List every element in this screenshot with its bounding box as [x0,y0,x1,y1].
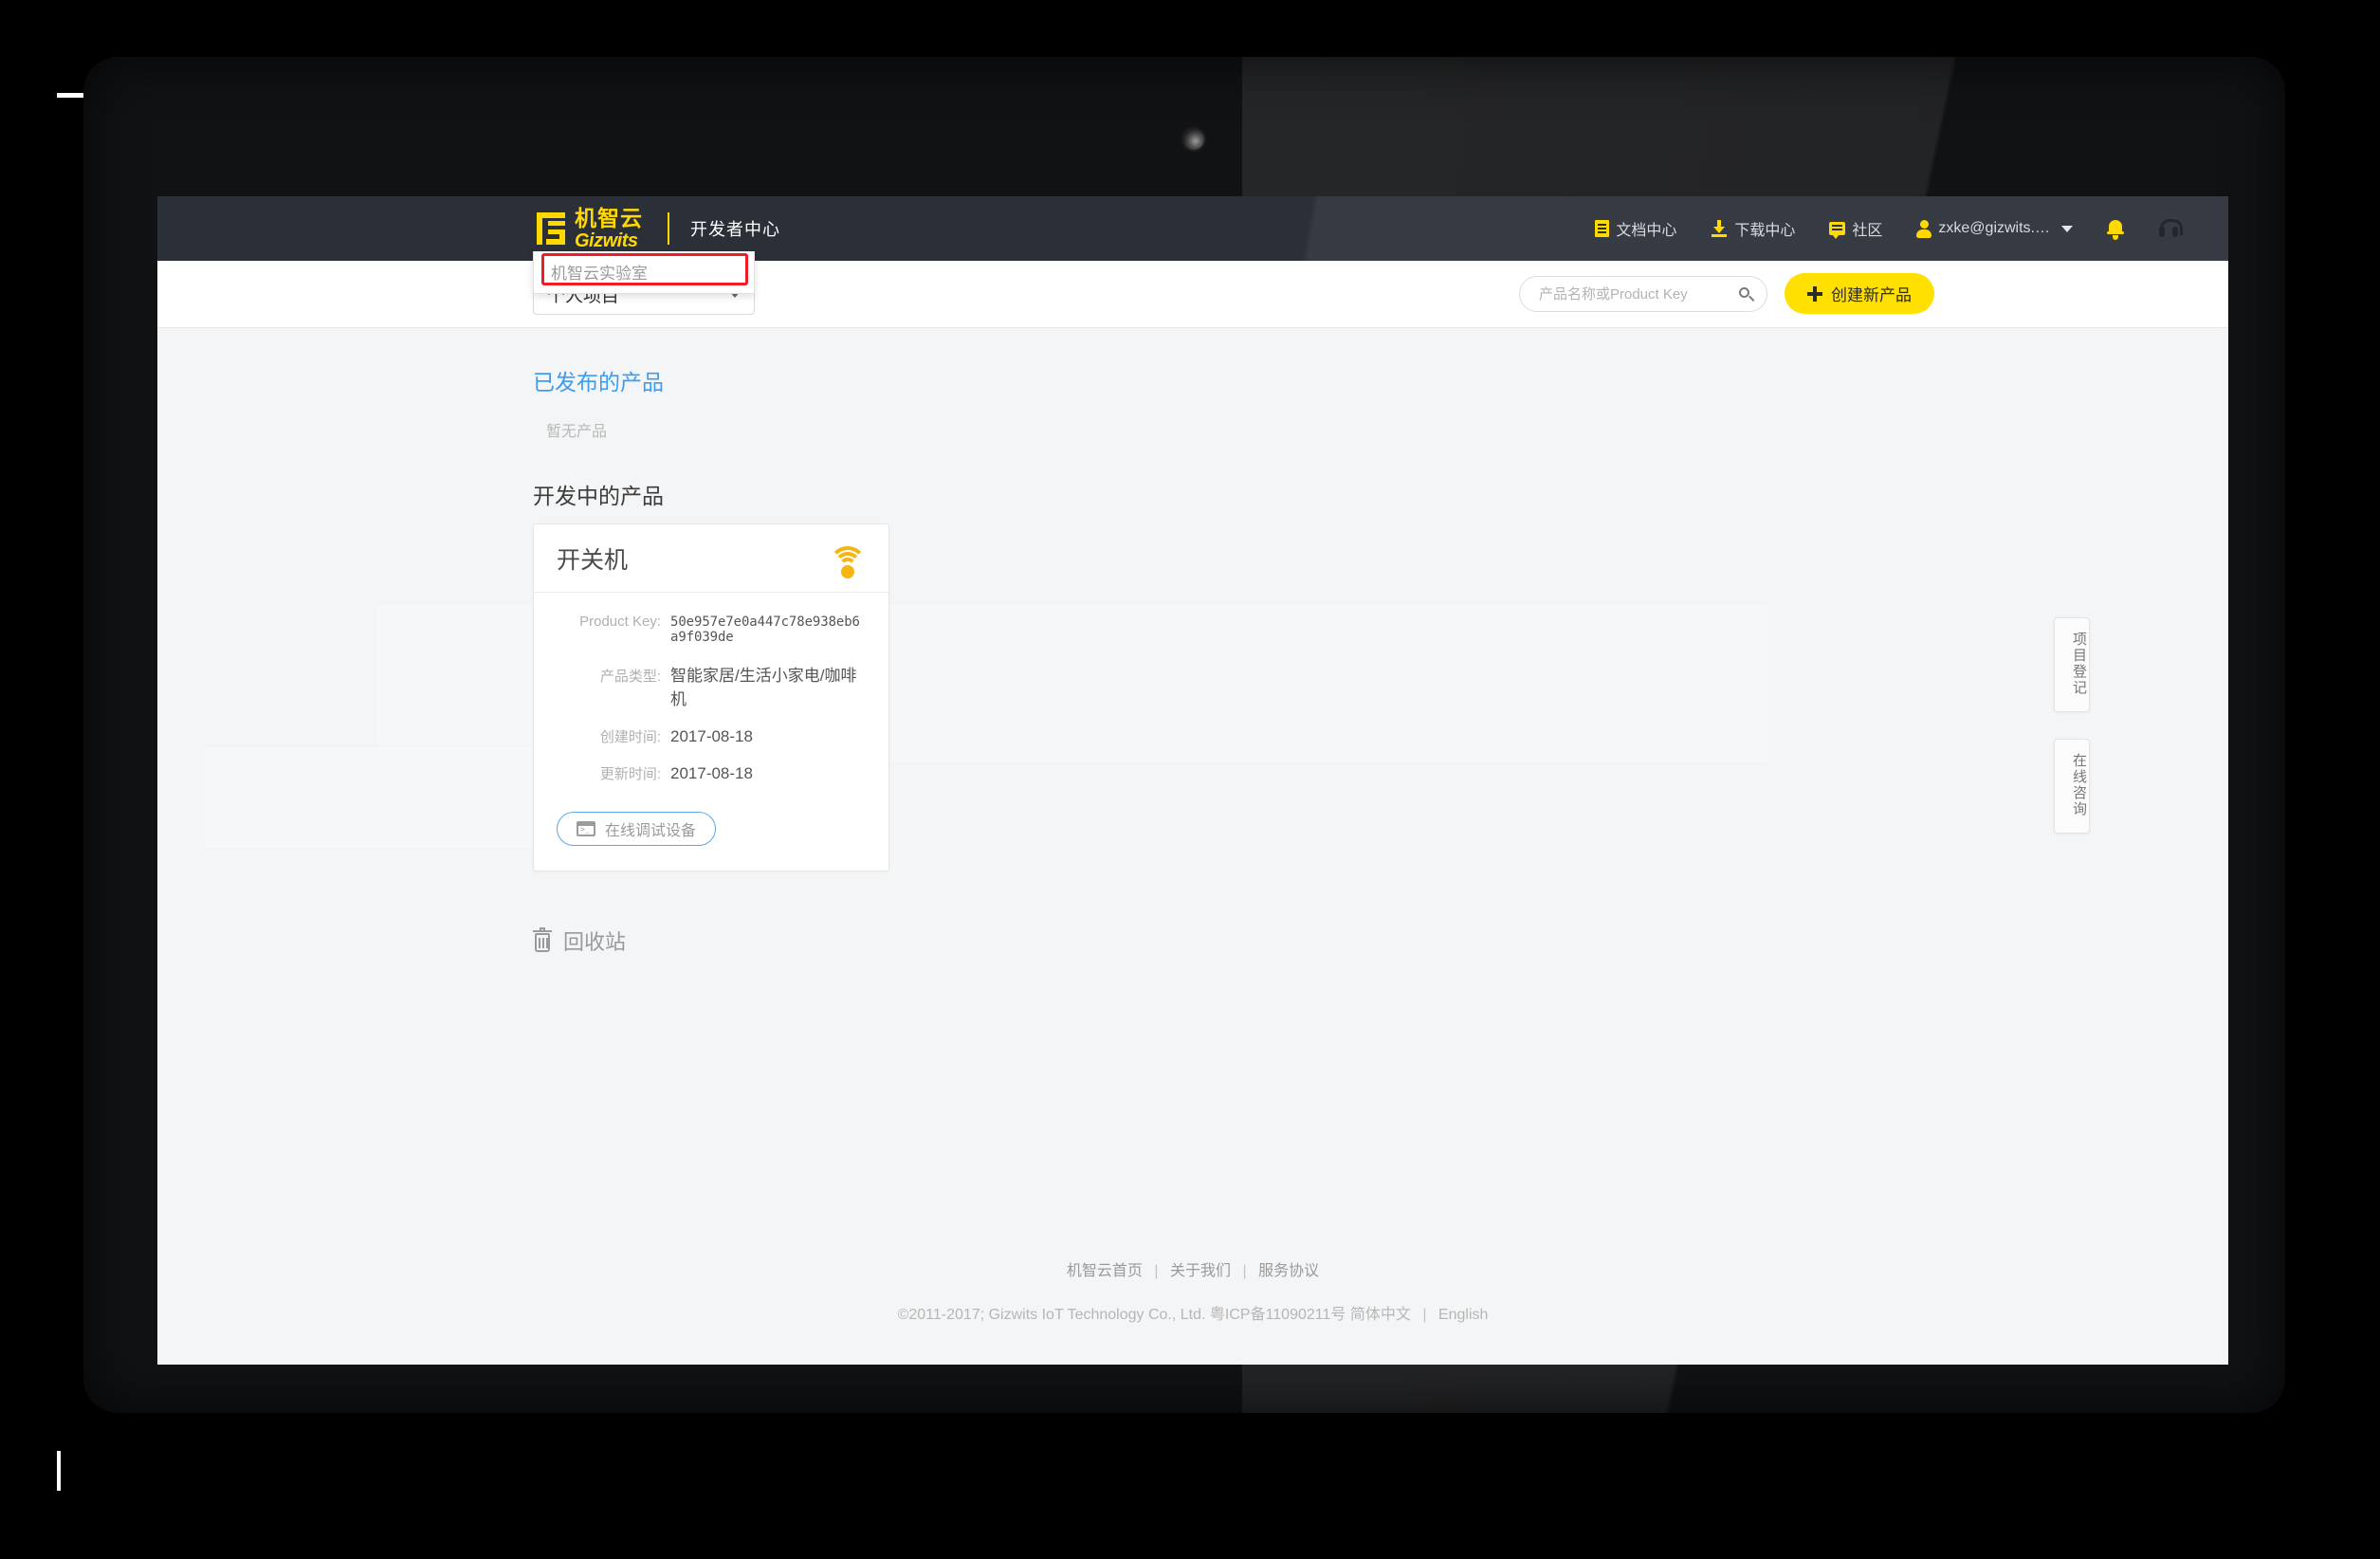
footer-copyright-text: ©2011-2017; Gizwits IoT Technology Co., … [897,1307,1346,1323]
brand-divider [668,212,669,245]
published-empty-text: 暂无产品 [546,424,608,440]
online-debug-device-button-label: 在线调试设备 [605,823,697,839]
navbar-links: 文档中心 下载中心 社区 zxke@gizwits.… [1595,196,2183,261]
terminal-icon [577,821,595,836]
footer-separator: | [1242,1263,1247,1279]
product-field-created-label: 创建时间: [599,729,661,745]
product-field-created: 创建时间: 2017-08-18 [557,726,866,746]
sub-toolbar: 个人项目 创建新产品 [157,261,2228,328]
product-card[interactable]: 开关机 Product Key: 50e957e7e0a447c78e938eb… [533,523,889,871]
side-tab-project-registration[interactable]: 项目登记 [2054,617,2090,712]
footer-links: 机智云首页 | 关于我们 | 服务协议 [157,1257,2228,1280]
camera-icon [1183,129,1204,150]
footer-lang-en[interactable]: English [1438,1307,1488,1323]
create-product-button[interactable]: 创建新产品 [1785,273,1934,314]
screen: 机智云 Gizwits 开发者中心 文档中心 下载中心 社区 zxke@gizw… [157,196,2228,1365]
product-name: 开关机 [557,546,629,574]
nav-item-account-label: zxke@gizwits.… [1938,220,2050,236]
footer-separator: | [1154,1263,1159,1279]
user-icon [1916,220,1932,238]
main-content: 已发布的产品 暂无产品 开发中的产品 开关机 Product Key: 50e9… [157,328,2228,1365]
search-input[interactable] [1537,284,1739,303]
project-option-lab-label: 机智云实验室 [551,264,648,283]
tablet-mockup: 机智云 Gizwits 开发者中心 文档中心 下载中心 社区 zxke@gizw… [0,0,2380,1559]
search-icon[interactable] [1739,286,1753,302]
product-card-header: 开关机 [534,524,888,593]
frame-guide-tick [57,1451,61,1491]
product-field-updated-label: 更新时间: [599,766,661,782]
search-box[interactable] [1519,276,1767,312]
download-icon [1711,220,1728,237]
project-option-lab[interactable]: 机智云实验室 [534,257,754,285]
trash-icon [533,927,552,952]
product-field-type-label: 产品类型: [599,669,661,685]
nav-item-docs-label: 文档中心 [1616,223,1677,239]
footer-copyright: ©2011-2017; Gizwits IoT Technology Co., … [157,1301,2228,1324]
section-title-developing: 开发中的产品 [533,484,664,508]
product-field-productkey: Product Key: 50e957e7e0a447c78e938eb6a9f… [557,614,866,645]
nav-item-community[interactable]: 社区 [1829,217,1882,240]
wifi-icon [829,545,867,578]
chevron-down-icon [2061,225,2073,232]
nav-item-support[interactable] [2158,219,2183,238]
product-field-updated-value: 2017-08-18 [670,764,753,782]
document-icon [1595,220,1610,237]
top-navbar: 机智云 Gizwits 开发者中心 文档中心 下载中心 社区 zxke@gizw… [157,196,2228,261]
product-field-productkey-label: Product Key: [579,614,661,630]
recycle-bin-label: 回收站 [563,930,627,954]
side-tabs: 项目登记 在线咨询 [2054,617,2090,860]
community-icon [1829,222,1846,239]
product-field-type: 产品类型: 智能家居/生活小家电/咖啡机 [557,662,866,709]
section-title-published: 已发布的产品 [533,370,664,394]
headset-icon [2158,219,2183,238]
product-field-productkey-value: 50e957e7e0a447c78e938eb6a9f039de [670,614,860,645]
logo-text-cn: 机智云 [575,205,643,230]
product-field-updated: 更新时间: 2017-08-18 [557,763,866,783]
footer-link-about[interactable]: 关于我们 [1170,1263,1231,1279]
footer: 机智云首页 | 关于我们 | 服务协议 ©2011-2017; Gizwits … [157,1257,2228,1324]
project-select-dropdown[interactable]: 机智云实验室 [533,251,755,294]
product-card-body: Product Key: 50e957e7e0a447c78e938eb6a9f… [534,593,888,871]
bell-icon [2107,219,2124,240]
nav-item-docs[interactable]: 文档中心 [1595,217,1676,240]
footer-link-home[interactable]: 机智云首页 [1067,1263,1143,1279]
gizwits-logo-icon [533,212,569,245]
nav-item-community-label: 社区 [1852,223,1883,239]
plus-icon [1807,285,1822,302]
nav-item-downloads[interactable]: 下载中心 [1711,217,1795,240]
logo-text-en: Gizwits [575,229,638,251]
nav-item-downloads-label: 下载中心 [1734,223,1796,239]
create-product-button-label: 创建新产品 [1831,286,1912,304]
online-debug-device-button[interactable]: 在线调试设备 [557,812,717,846]
side-tab-online-consult[interactable]: 在线咨询 [2054,739,2090,834]
recycle-bin-link[interactable]: 回收站 [533,926,626,956]
nav-item-account[interactable]: zxke@gizwits.… [1916,220,2073,238]
brand-subtitle: 开发者中心 [690,220,780,239]
footer-link-terms[interactable]: 服务协议 [1258,1263,1319,1279]
product-field-created-value: 2017-08-18 [670,727,753,745]
product-field-type-value: 智能家居/生活小家电/咖啡机 [670,667,857,708]
footer-separator: | [1422,1307,1427,1323]
nav-item-notifications[interactable] [2107,219,2124,240]
footer-lang-cn[interactable]: 简体中文 [1350,1307,1411,1323]
